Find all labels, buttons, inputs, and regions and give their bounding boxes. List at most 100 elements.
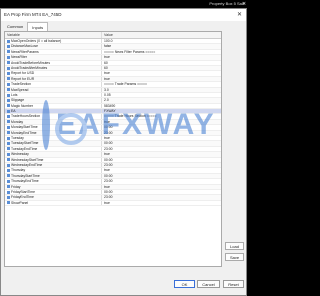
row-value[interactable]: 60 — [101, 60, 221, 65]
row-value[interactable]: 23:00 — [101, 146, 221, 152]
row-value[interactable]: 583490 — [101, 103, 221, 109]
row-value[interactable]: true — [101, 119, 221, 125]
row-value[interactable]: FXWAY — [101, 109, 221, 114]
dialog-close-button[interactable]: ✕ — [237, 9, 242, 21]
row-value[interactable]: ===== Trade Hours Section ===== — [101, 114, 221, 119]
row-variable: MaxOpenOrders (0 = all balance) — [5, 39, 101, 43]
parameter-icon — [7, 136, 10, 140]
row-variable-label: EA — [11, 109, 16, 114]
row-value[interactable]: 100.0 — [101, 39, 221, 44]
parameter-icon — [7, 104, 10, 108]
row-value[interactable]: 2.0 — [101, 98, 221, 103]
ok-button[interactable]: OK — [174, 280, 195, 288]
parameter-icon — [7, 163, 10, 167]
row-variable-label: DistanceMaxLose — [11, 44, 38, 49]
parameter-icon — [7, 120, 10, 124]
row-variable-label: Magic Number — [11, 103, 34, 108]
parameter-icon — [7, 39, 10, 43]
row-variable-label: Lots — [11, 92, 18, 97]
terminal-close-icon[interactable]: ✕ — [242, 0, 246, 8]
row-value[interactable]: ===== News Filter Params ===== — [101, 49, 221, 55]
row-variable-label: ThursdayEndTime — [11, 179, 39, 184]
row-variable: Slippage — [5, 98, 101, 102]
row-value[interactable]: true — [101, 200, 221, 206]
terminal-topbar: Property Box 5 Sale ✕ — [0, 0, 247, 8]
row-variable: Tuesday — [5, 136, 101, 140]
parameter-icon — [7, 152, 10, 156]
table-body: MaxOpenOrders (0 = all balance) 100.0 Dist… — [5, 39, 221, 207]
row-value[interactable]: 0.05 — [101, 92, 221, 98]
tab-common[interactable]: Common — [3, 22, 27, 31]
row-variable-label: WednesdayEndTime — [11, 162, 43, 167]
cancel-button[interactable]: Cancel — [197, 280, 220, 288]
row-variable-label: ShowPanel — [11, 200, 29, 205]
tab-inputs[interactable]: Inputs — [27, 22, 49, 31]
parameter-icon — [7, 98, 10, 102]
row-value[interactable]: 23:00 — [101, 162, 221, 168]
row-variable: TradeHoursSection — [5, 114, 101, 118]
parameter-icon — [7, 109, 10, 113]
row-variable-label: Friday — [11, 184, 21, 189]
row-variable-label: Wednesday — [11, 152, 29, 157]
row-variable: DistanceMaxLose — [5, 44, 101, 48]
row-value[interactable]: true — [101, 76, 221, 82]
load-button[interactable]: Load — [225, 242, 244, 250]
parameter-icon — [7, 195, 10, 199]
row-variable: TuesdayEndTime — [5, 147, 101, 151]
row-variable: TuesdayStartTime — [5, 141, 101, 145]
row-value[interactable]: 00:00 — [101, 125, 221, 130]
row-variable: ThursdayEndTime — [5, 179, 101, 183]
row-value[interactable]: 60 — [101, 65, 221, 71]
row-variable-label: TuesdayStartTime — [11, 141, 39, 146]
parameter-icon — [7, 201, 10, 205]
row-variable: ShowPanel — [5, 201, 101, 205]
row-value[interactable]: false — [101, 44, 221, 49]
row-variable-label: FridayEndTime — [11, 195, 34, 200]
row-value[interactable]: 00:00 — [101, 141, 221, 146]
row-value[interactable]: true — [101, 55, 221, 60]
row-variable: MondayEndTime — [5, 131, 101, 135]
reset-button[interactable]: Reset — [223, 280, 244, 288]
row-variable: EA — [5, 109, 101, 113]
row-value[interactable]: 23:00 — [101, 179, 221, 184]
row-value[interactable]: 00:00 — [101, 189, 221, 195]
column-header-value[interactable]: Value — [101, 32, 221, 38]
row-value[interactable]: true — [101, 152, 221, 157]
row-value[interactable]: 00:00 — [101, 157, 221, 162]
row-variable-label: Report for EUR — [11, 76, 35, 81]
row-value[interactable]: true — [101, 71, 221, 76]
row-value[interactable]: 23:00 — [101, 130, 221, 136]
row-value[interactable]: 00:00 — [101, 173, 221, 179]
row-value[interactable]: 23:00 — [101, 195, 221, 200]
row-variable-label: Slippage — [11, 98, 25, 103]
parameter-icon — [7, 185, 10, 189]
row-variable-label: TuesdayEndTime — [11, 146, 38, 151]
row-variable-label: Tuesday — [11, 136, 24, 141]
row-value[interactable]: true — [101, 136, 221, 141]
row-variable-label: WednesdayStartTime — [11, 157, 44, 162]
parameter-icon — [7, 142, 10, 146]
row-value[interactable]: ===== Trade Params ===== — [101, 82, 221, 87]
parameter-icon — [7, 179, 10, 183]
row-variable: Magic Number — [5, 104, 101, 108]
row-variable-label: NewsFilter — [11, 55, 28, 60]
row-variable: Wednesday — [5, 152, 101, 156]
row-variable-label: TradeHoursSection — [11, 114, 41, 119]
parameter-icon — [7, 93, 10, 97]
row-variable: ThursdayStartTime — [5, 174, 101, 178]
save-button[interactable]: Save — [225, 253, 244, 261]
row-value[interactable]: true — [101, 168, 221, 173]
row-variable-label: ThursdayStartTime — [11, 173, 40, 178]
parameter-icon — [7, 55, 10, 59]
row-variable: NewsFilter — [5, 55, 101, 59]
row-variable: Lots — [5, 93, 101, 97]
row-variable-label: AvoidTradeBeforeMinutes — [11, 60, 51, 65]
dialog-titlebar: EA Prop Firm MT4 EA_745D ✕ — [1, 9, 246, 21]
row-value[interactable]: 3.0 — [101, 87, 221, 92]
inputs-table: Variable Value MaxOpenOrders (0 = all ba… — [4, 31, 222, 267]
parameter-icon — [7, 168, 10, 172]
table-row[interactable]: ShowPanel true — [5, 200, 221, 207]
row-value[interactable]: true — [101, 184, 221, 189]
column-header-variable[interactable]: Variable — [5, 32, 101, 38]
row-variable-label: Thursday — [11, 168, 26, 173]
